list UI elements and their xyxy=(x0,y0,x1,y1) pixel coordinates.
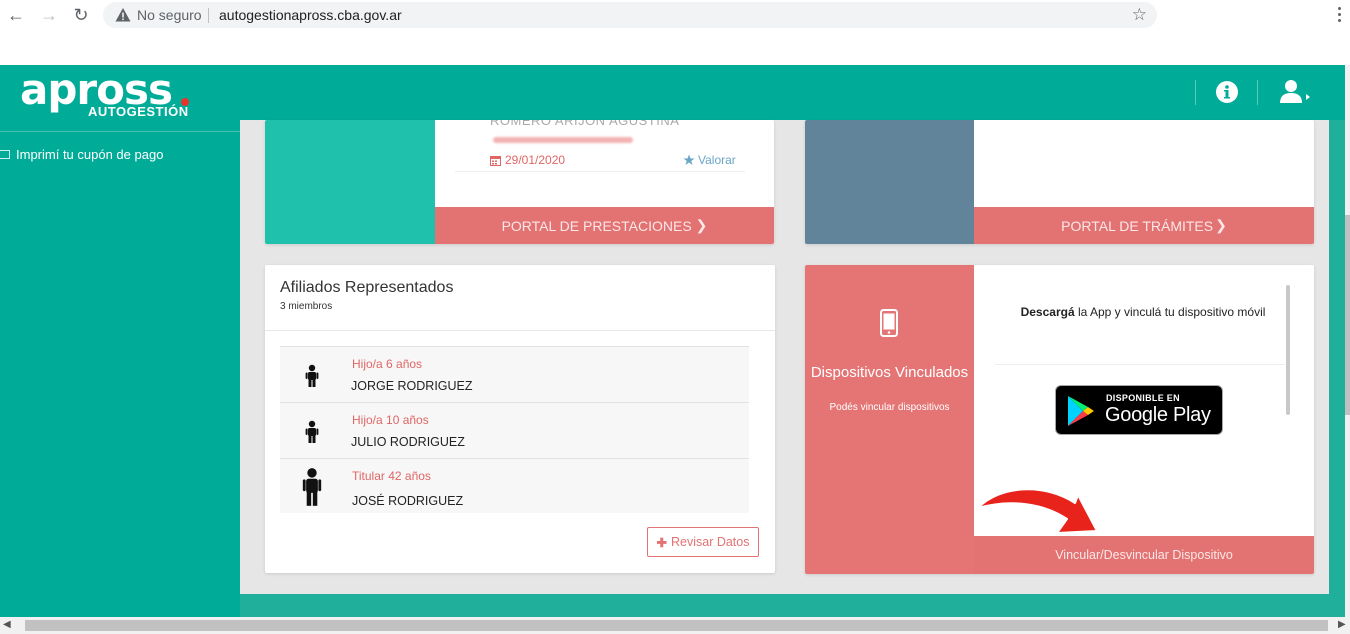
top-navbar: apross AUTOGESTIÓN xyxy=(0,65,1345,120)
card-divider xyxy=(455,171,745,172)
browser-menu-icon[interactable] xyxy=(1332,4,1346,26)
logo-subtitle: AUTOGESTIÓN xyxy=(88,104,189,119)
tramites-card: PORTAL DE TRÁMITES ❯ xyxy=(805,120,1314,244)
member-role: Hijo/a 10 años xyxy=(352,413,429,427)
sidebar-divider xyxy=(0,131,240,132)
navbar-divider xyxy=(1257,80,1258,105)
child-person-icon xyxy=(305,420,319,443)
member-name: JOSÉ RODRIGUEZ xyxy=(352,494,464,508)
card-divider xyxy=(265,330,775,331)
print-icon xyxy=(0,149,10,159)
portal-tramites-label: PORTAL DE TRÁMITES xyxy=(1061,217,1214,234)
member-name: JORGE RODRIGUEZ xyxy=(351,379,473,393)
member-row[interactable]: Titular 42 años JOSÉ RODRIGUEZ xyxy=(280,458,749,513)
devices-card: Dispositivos Vinculados Podés vincular d… xyxy=(805,265,1314,574)
back-icon[interactable]: ← xyxy=(4,3,28,27)
devices-scrollbar[interactable] xyxy=(1286,285,1290,415)
revisar-datos-label: Revisar Datos xyxy=(670,535,750,549)
member-role: Titular 42 años xyxy=(352,469,431,483)
navbar-divider xyxy=(1195,80,1196,105)
devices-title: Dispositivos Vinculados xyxy=(810,364,969,381)
calendar-icon xyxy=(490,155,501,166)
portal-prestaciones-label: PORTAL DE PRESTACIONES xyxy=(501,217,692,234)
address-bar[interactable]: No seguro autogestionapross.cba.gov.ar ☆ xyxy=(103,2,1157,28)
red-arrow-annotation-icon xyxy=(977,488,1098,534)
devices-subtitle: Podés vincular dispositivos xyxy=(829,402,950,413)
scrollbar-thumb[interactable] xyxy=(1345,215,1350,415)
scroll-right-icon[interactable]: ▶ xyxy=(1338,619,1346,630)
sidebar-item-label: Imprimí tu cupón de pago xyxy=(16,146,164,162)
forward-icon[interactable]: → xyxy=(37,3,61,27)
app-root: apross AUTOGESTIÓN Imprimí tu cupón de p… xyxy=(0,65,1350,617)
warning-icon[interactable] xyxy=(115,7,131,23)
portal-prestaciones-button[interactable]: PORTAL DE PRESTACIONES ❯ xyxy=(435,207,774,244)
star-icon xyxy=(683,154,695,165)
info-icon[interactable] xyxy=(1216,81,1238,103)
google-play-badge[interactable]: DISPONIBLE EN Google Play xyxy=(1055,385,1223,435)
affiliates-title: Afiliados Representados xyxy=(280,279,454,296)
card-divider xyxy=(995,364,1285,365)
prestaciones-side-panel xyxy=(265,120,435,244)
chevron-right-icon: ❯ xyxy=(695,217,708,233)
member-name: JULIO RODRIGUEZ xyxy=(351,435,465,449)
chevron-right-icon: ❯ xyxy=(1215,217,1227,233)
url-text[interactable]: autogestionapross.cba.gov.ar xyxy=(219,7,402,23)
valorar-label: Valorar xyxy=(698,153,736,167)
user-menu-icon[interactable] xyxy=(1279,79,1311,105)
member-role: Hijo/a 6 años xyxy=(352,357,423,371)
adult-person-icon xyxy=(302,468,322,506)
member-row[interactable]: Hijo/a 10 años JULIO RODRIGUEZ xyxy=(280,402,749,458)
sidebar: Imprimí tu cupón de pago xyxy=(0,120,240,617)
prestaciones-card: ROMERO ARIJON AGUSTINA 29/01/2020 Valora… xyxy=(265,120,774,244)
page-vertical-scrollbar[interactable] xyxy=(1345,65,1350,617)
app-download-text: Descargá la App y vinculá tu dispositivo… xyxy=(998,305,1288,319)
scroll-left-icon[interactable]: ◀ xyxy=(3,619,11,630)
tramites-side-panel xyxy=(805,120,974,244)
redacted-text xyxy=(493,137,633,143)
plus-icon: ✚ xyxy=(656,535,667,550)
member-row[interactable]: Hijo/a 6 años JORGE RODRIGUEZ xyxy=(280,346,749,402)
affiliate-name: ROMERO ARIJON AGUSTINA xyxy=(490,120,680,128)
store-line1: DISPONIBLE EN xyxy=(1106,393,1180,403)
scrollbar-thumb[interactable] xyxy=(25,620,1328,631)
valorar-link[interactable]: Valorar xyxy=(683,153,736,167)
bookmark-star-icon[interactable]: ☆ xyxy=(1132,5,1147,25)
reload-icon[interactable]: ↻ xyxy=(69,3,93,27)
desc-rest: la App y vinculá tu dispositivo móvil xyxy=(1074,305,1266,319)
mobile-phone-icon xyxy=(880,309,898,337)
apross-logo[interactable]: apross AUTOGESTIÓN xyxy=(20,65,195,121)
devices-side-panel: Dispositivos Vinculados Podés vincular d… xyxy=(805,265,974,574)
omnibox-separator xyxy=(208,8,209,23)
security-label[interactable]: No seguro xyxy=(137,7,202,23)
google-play-icon xyxy=(1068,396,1094,426)
sidebar-item-cupon[interactable]: Imprimí tu cupón de pago xyxy=(0,145,163,163)
revisar-datos-button[interactable]: ✚ Revisar Datos xyxy=(647,527,759,557)
affiliates-card: Afiliados Representados 3 miembros Hijo/… xyxy=(265,265,775,573)
browser-toolbar: ← → ↻ No seguro autogestionapross.cba.go… xyxy=(0,0,1350,30)
date-text: 29/01/2020 xyxy=(505,153,566,167)
main-content: ROMERO ARIJON AGUSTINA 29/01/2020 Valora… xyxy=(240,120,1329,594)
portal-tramites-button[interactable]: PORTAL DE TRÁMITES ❯ xyxy=(974,207,1314,244)
desc-bold: Descargá xyxy=(1020,305,1075,319)
vincular-label: Vincular/Desvincular Dispositivo xyxy=(1055,548,1233,562)
prestacion-date: 29/01/2020 xyxy=(490,153,565,167)
child-person-icon xyxy=(305,364,319,387)
store-line2: Google Play xyxy=(1105,404,1211,426)
members-count: 3 miembros xyxy=(280,301,333,312)
page-horizontal-scrollbar[interactable]: ◀ ▶ xyxy=(0,617,1350,634)
